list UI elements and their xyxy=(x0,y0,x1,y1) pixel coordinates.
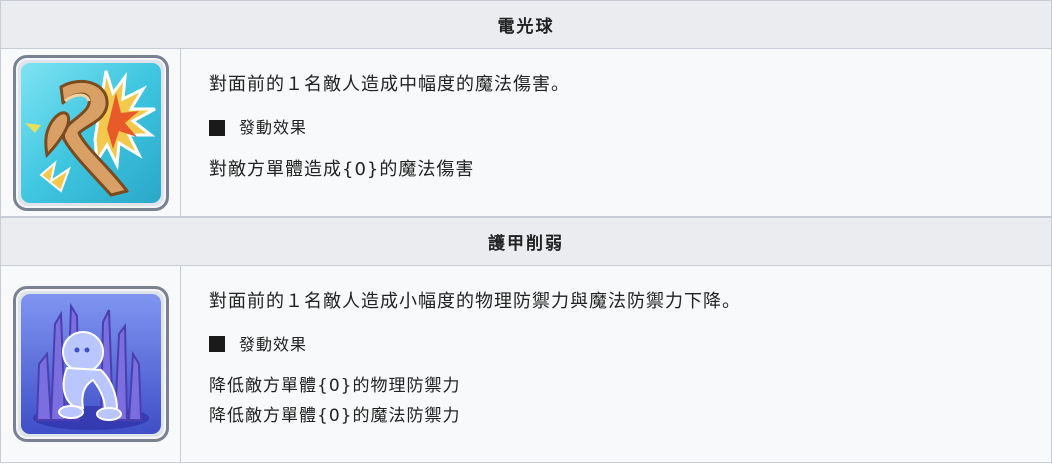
square-bullet-icon xyxy=(209,336,225,353)
effect-line: 對敵方單體造成{0}的魔法傷害 xyxy=(209,159,475,181)
skill-description: 對面前的１名敵人造成小幅度的物理防禦力與魔法防禦力下降。 xyxy=(209,291,741,313)
skill-icon-cell xyxy=(1,49,181,216)
skill-name: 護甲削弱 xyxy=(488,234,564,254)
skill-name-header: 電光球 xyxy=(1,0,1051,49)
skill-name: 電光球 xyxy=(497,17,555,37)
skill-description-cell: 對面前的１名敵人造成小幅度的物理防禦力與魔法防禦力下降。 發動效果 降低敵方單體… xyxy=(181,266,1051,462)
effect-title: 發動效果 xyxy=(209,118,1051,137)
skill-description: 對面前的１名敵人造成中幅度的魔法傷害。 xyxy=(209,74,570,96)
skill-icon-cell xyxy=(1,266,181,462)
effect-title: 發動效果 xyxy=(209,335,1051,354)
effect-line: 降低敵方單體{0}的物理防禦力 xyxy=(209,376,461,396)
skill-row: 對面前的１名敵人造成中幅度的魔法傷害。 發動效果 對敵方單體造成{0}的魔法傷害 xyxy=(1,49,1051,217)
skill-description-cell: 對面前的１名敵人造成中幅度的魔法傷害。 發動效果 對敵方單體造成{0}的魔法傷害 xyxy=(181,49,1051,216)
square-bullet-icon xyxy=(209,119,225,136)
armor-break-crystal-icon xyxy=(12,286,169,442)
effect-line: 降低敵方單體{0}的魔法防禦力 xyxy=(209,406,461,427)
skill-row: 對面前的１名敵人造成小幅度的物理防禦力與魔法防禦力下降。 發動效果 降低敵方單體… xyxy=(1,266,1051,463)
lightning-boomerang-icon xyxy=(12,54,169,211)
effect-title-label: 發動效果 xyxy=(239,117,308,137)
skill-table: 電光球 對面前的１名敵人造成中幅度的魔法傷害。 發動效果 對敵方單體造成{0}的… xyxy=(0,0,1052,463)
skill-name-header: 護甲削弱 xyxy=(1,217,1051,266)
effect-title-label: 發動效果 xyxy=(239,334,308,354)
